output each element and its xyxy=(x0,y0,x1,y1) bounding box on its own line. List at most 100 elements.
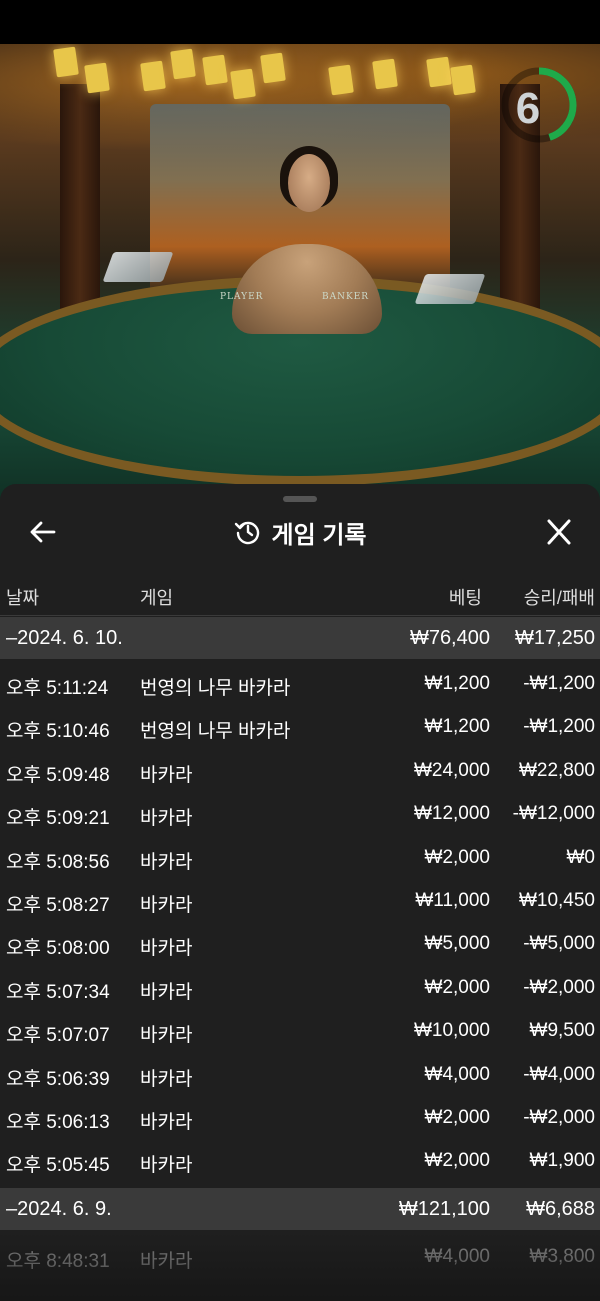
row-bet: ₩2,000 xyxy=(424,1150,490,1171)
row-time: 오후 5:08:56 xyxy=(6,852,110,873)
row-time: 오후 5:10:46 xyxy=(6,721,110,742)
row-game: 바카라 xyxy=(140,765,193,786)
row-time: 오후 5:11:24 xyxy=(6,678,109,699)
row-bet: ₩2,000 xyxy=(424,977,490,998)
history-row[interactable]: 오후 5:06:13 바카라 ₩2,000 -₩2,000 xyxy=(0,1097,600,1140)
row-result: ₩1,900 xyxy=(529,1150,595,1171)
close-icon[interactable] xyxy=(542,512,576,552)
row-bet: ₩11,000 xyxy=(415,890,490,911)
row-result: ₩3,800 xyxy=(529,1246,595,1267)
history-row[interactable]: 오후 5:09:48 바카라 ₩24,000 ₩22,800 xyxy=(0,750,600,793)
row-time: 오후 5:06:13 xyxy=(6,1112,110,1133)
row-bet: ₩2,000 xyxy=(424,847,490,868)
history-row[interactable]: 오후 5:05:45 바카라 ₩2,000 ₩1,900 xyxy=(0,1140,600,1183)
lantern-icon xyxy=(426,56,452,88)
row-bet: ₩2,000 xyxy=(424,1107,490,1128)
row-time: 오후 5:09:21 xyxy=(6,808,110,829)
page-title: 게임 기록 xyxy=(271,521,367,549)
row-result: -₩2,000 xyxy=(523,1107,595,1128)
row-game: 바카라 xyxy=(140,938,193,959)
row-result: -₩5,000 xyxy=(523,933,595,954)
row-game: 바카라 xyxy=(140,895,193,916)
row-result: -₩12,000 xyxy=(512,803,595,824)
history-row[interactable]: 오후 5:07:34 바카라 ₩2,000 -₩2,000 xyxy=(0,967,600,1010)
row-result: -₩1,200 xyxy=(523,673,595,694)
lantern-icon xyxy=(450,64,476,96)
row-bet: ₩1,200 xyxy=(424,673,490,694)
row-result: ₩0 xyxy=(566,847,596,868)
group-total-result: ₩6,688 xyxy=(526,1198,595,1220)
lantern-icon xyxy=(230,68,256,100)
history-row[interactable]: 오후 5:11:24 번영의 나무 바카라 ₩1,200 -₩1,200 xyxy=(0,663,600,706)
row-bet: ₩5,000 xyxy=(424,933,490,954)
row-time: 오후 8:48:31 xyxy=(6,1251,110,1272)
card-shoe xyxy=(102,252,174,282)
row-bet: ₩12,000 xyxy=(413,803,490,824)
row-result: -₩2,000 xyxy=(523,977,595,998)
status-bar xyxy=(0,0,600,44)
history-row[interactable]: 오후 5:08:00 바카라 ₩5,000 -₩5,000 xyxy=(0,923,600,966)
column-header-game: 게임 xyxy=(140,588,174,608)
row-game: 바카라 xyxy=(140,852,193,873)
lantern-icon xyxy=(170,48,196,80)
date-group-header[interactable]: –2024. 6. 9. ₩121,100 ₩6,688 xyxy=(0,1188,600,1230)
row-time: 오후 5:07:07 xyxy=(6,1025,110,1046)
lantern-icon xyxy=(140,60,166,92)
lantern-icon xyxy=(202,54,228,86)
row-time: 오후 5:08:00 xyxy=(6,938,110,959)
row-game: 번영의 나무 바카라 xyxy=(140,678,291,699)
row-game: 바카라 xyxy=(140,1155,193,1176)
row-bet: ₩24,000 xyxy=(413,760,490,781)
row-time: 오후 5:08:27 xyxy=(6,895,110,916)
row-result: -₩4,000 xyxy=(523,1064,595,1085)
history-clock-icon xyxy=(234,521,259,545)
drag-handle[interactable] xyxy=(283,496,317,502)
row-game: 바카라 xyxy=(140,982,193,1003)
group-date: –2024. 6. 9. xyxy=(6,1198,112,1220)
history-row[interactable]: 오후 5:10:46 번영의 나무 바카라 ₩1,200 -₩1,200 xyxy=(0,706,600,749)
group-total-bet: ₩76,400 xyxy=(409,627,490,649)
lantern-icon xyxy=(84,62,110,94)
column-header-date: 날짜 xyxy=(6,588,40,608)
row-game: 바카라 xyxy=(140,1069,193,1090)
group-total-result: ₩17,250 xyxy=(514,627,595,649)
row-time: 오후 5:05:45 xyxy=(6,1155,110,1176)
row-bet: ₩1,200 xyxy=(424,716,490,737)
row-game: 바카라 xyxy=(140,1251,193,1272)
column-headers: 날짜 게임 베팅 승리/패배 xyxy=(0,578,600,612)
row-game: 번영의 나무 바카라 xyxy=(140,721,291,742)
history-row[interactable]: 오후 5:07:07 바카라 ₩10,000 ₩9,500 xyxy=(0,1010,600,1053)
player-table-label: PLAYER xyxy=(220,292,264,302)
history-row[interactable]: 오후 8:48:31 바카라 ₩4,000 ₩3,800 xyxy=(0,1236,600,1279)
group-date: –2024. 6. 10. xyxy=(6,627,123,649)
column-header-result: 승리/패배 xyxy=(523,588,595,608)
row-result: ₩22,800 xyxy=(518,760,595,781)
history-header: 게임 기록 xyxy=(0,512,600,552)
banker-table-label: BANKER xyxy=(322,292,370,302)
row-time: 오후 5:09:48 xyxy=(6,765,110,786)
history-row[interactable]: 오후 5:08:27 바카라 ₩11,000 ₩10,450 xyxy=(0,880,600,923)
row-time: 오후 5:07:34 xyxy=(6,982,110,1003)
divider xyxy=(0,615,600,616)
countdown-timer-value: 6 xyxy=(515,84,541,133)
row-bet: ₩10,000 xyxy=(413,1020,490,1041)
lantern-icon xyxy=(260,52,286,84)
row-result: ₩10,450 xyxy=(518,890,595,911)
lantern-icon xyxy=(372,58,398,90)
row-result: -₩1,200 xyxy=(523,716,595,737)
row-bet: ₩4,000 xyxy=(424,1064,490,1085)
date-group-header[interactable]: –2024. 6. 10. ₩76,400 ₩17,250 xyxy=(0,617,600,659)
row-bet: ₩4,000 xyxy=(424,1246,490,1267)
discard-tray xyxy=(414,274,486,304)
row-result: ₩9,500 xyxy=(529,1020,595,1041)
row-game: 바카라 xyxy=(140,1025,193,1046)
history-row[interactable]: 오후 5:08:56 바카라 ₩2,000 ₩0 xyxy=(0,837,600,880)
history-row[interactable]: 오후 5:06:39 바카라 ₩4,000 -₩4,000 xyxy=(0,1054,600,1097)
row-game: 바카라 xyxy=(140,808,193,829)
group-total-bet: ₩121,100 xyxy=(398,1198,490,1220)
row-time: 오후 5:06:39 xyxy=(6,1069,110,1090)
row-game: 바카라 xyxy=(140,1112,193,1133)
lantern-icon xyxy=(328,64,354,96)
column-header-bet: 베팅 xyxy=(448,588,482,608)
history-row[interactable]: 오후 5:09:21 바카라 ₩12,000 -₩12,000 xyxy=(0,793,600,836)
